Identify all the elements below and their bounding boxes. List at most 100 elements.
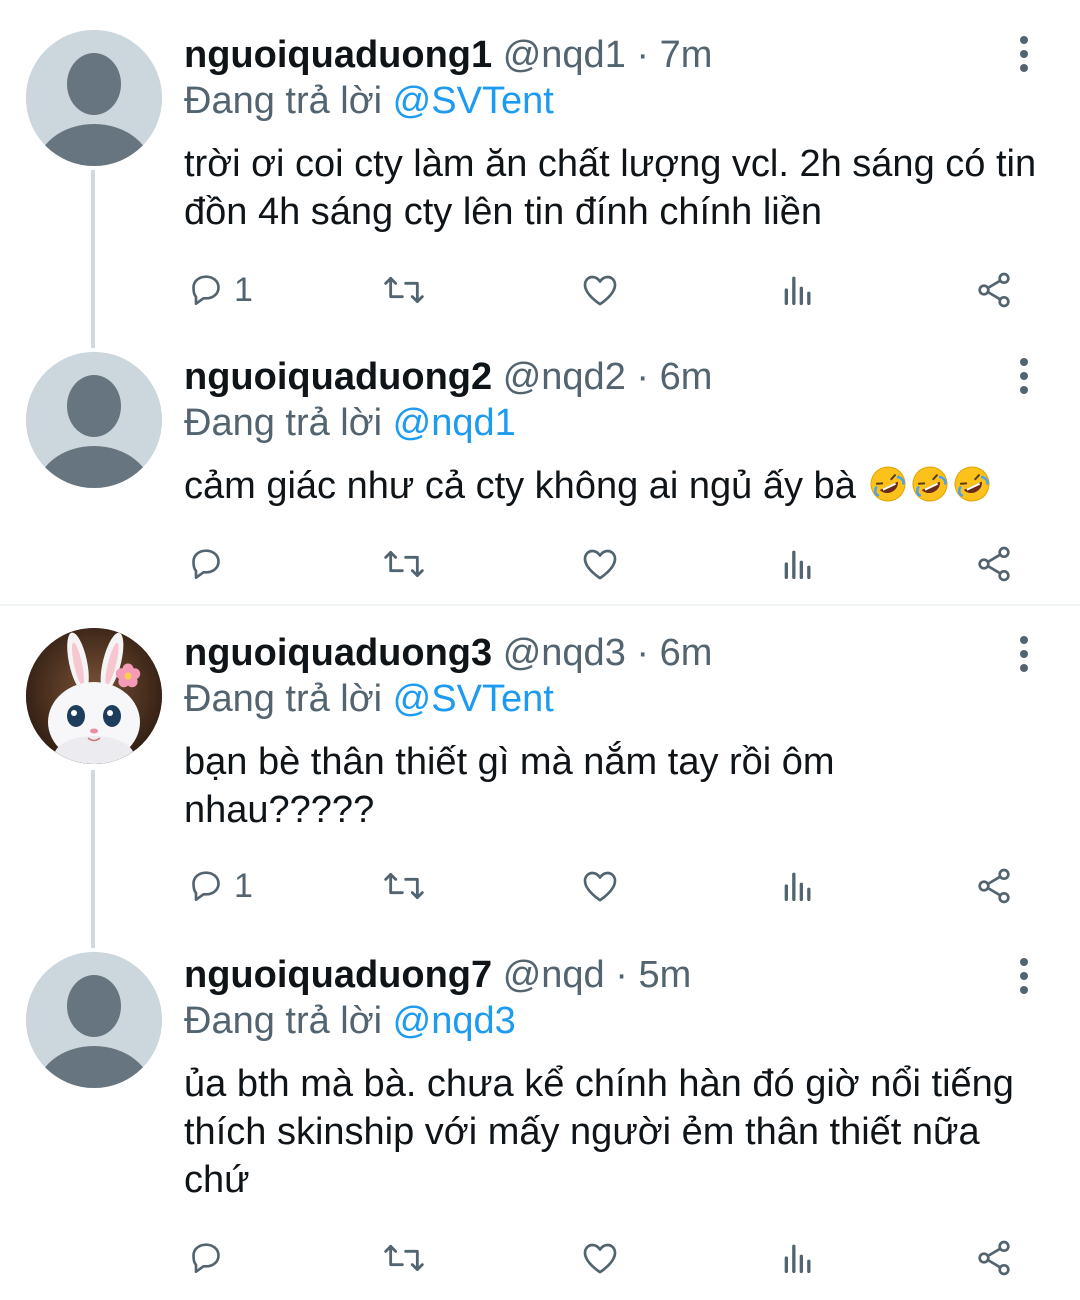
avatar[interactable] <box>26 952 162 1088</box>
action-bar <box>184 1234 1044 1282</box>
tweet[interactable]: nguoiquaduong3 @nqd3 · 6m Đang trả lời @… <box>0 628 1080 928</box>
display-name[interactable]: nguoiquaduong1 <box>184 34 492 76</box>
mention-link[interactable]: @SVTent <box>393 678 554 720</box>
more-vertical-icon <box>1020 958 1028 994</box>
replying-to-label: Đang trả lời <box>184 80 383 122</box>
tweet[interactable]: nguoiquaduong7 @nqd · 5m Đang trả lời @n… <box>0 950 1080 1290</box>
analytics-button[interactable] <box>778 862 818 910</box>
mention-link[interactable]: @SVTent <box>393 80 554 122</box>
user-handle[interactable]: @nqd1 <box>503 34 626 76</box>
default-avatar-icon <box>26 352 162 488</box>
like-icon <box>583 549 617 580</box>
tweet-text-container: cảm giác như cả cty không ai ngủ ấy bà <box>184 462 1054 510</box>
share-icon <box>978 868 1010 904</box>
tweet-header: nguoiquaduong2 @nqd2 · 6m <box>184 354 712 400</box>
timestamp[interactable]: 6m <box>660 632 713 674</box>
more-vertical-icon <box>1020 36 1028 72</box>
share-button[interactable] <box>974 540 1014 588</box>
replying-to-label: Đang trả lời <box>184 402 383 444</box>
timestamp[interactable]: 5m <box>638 954 691 996</box>
avatar[interactable] <box>26 352 162 488</box>
reply-button[interactable] <box>186 540 234 588</box>
default-avatar-icon <box>26 952 162 1088</box>
reply-count: 1 <box>234 866 253 905</box>
tweet-text: cảm giác như cả cty không ai ngủ ấy bà <box>184 465 856 507</box>
retweet-icon <box>384 1244 424 1272</box>
retweet-button[interactable] <box>382 266 426 314</box>
replying-to: Đang trả lời @nqd3 <box>184 998 516 1044</box>
rolling-on-floor-laughing-emoji <box>870 466 906 502</box>
more-options-button[interactable] <box>1010 956 1038 996</box>
reply-icon <box>192 1243 220 1273</box>
like-button[interactable] <box>580 266 620 314</box>
user-handle[interactable]: @nqd3 <box>503 632 626 674</box>
tweet[interactable]: nguoiquaduong1 @nqd1 · 7m Đang trả lời @… <box>0 0 1080 340</box>
replying-to: Đang trả lời @SVTent <box>184 676 554 722</box>
reply-button[interactable]: 1 <box>186 266 253 314</box>
retweet-button[interactable] <box>382 1234 426 1282</box>
separator-dot: · <box>636 632 650 674</box>
user-handle[interactable]: @nqd2 <box>503 356 626 398</box>
share-icon <box>978 546 1010 582</box>
like-button[interactable] <box>580 540 620 588</box>
mention-link[interactable]: @nqd1 <box>393 402 516 444</box>
more-options-button[interactable] <box>1010 356 1038 396</box>
reply-icon <box>192 871 220 901</box>
tweet-text: ủa bth mà bà. chưa kể chính hàn đó giờ n… <box>184 1063 1014 1201</box>
separator-dot: · <box>615 954 628 996</box>
tweet-header: nguoiquaduong1 @nqd1 · 7m <box>184 32 712 78</box>
share-button[interactable] <box>974 862 1014 910</box>
rolling-on-floor-laughing-emoji <box>912 466 948 502</box>
replying-to-label: Đang trả lời <box>184 1000 383 1042</box>
avatar[interactable] <box>26 628 162 764</box>
separator-dot: · <box>636 356 650 398</box>
analytics-button[interactable] <box>778 1234 818 1282</box>
analytics-icon <box>784 550 811 579</box>
more-options-button[interactable] <box>1010 34 1038 74</box>
share-button[interactable] <box>974 1234 1014 1282</box>
mention-link[interactable]: @nqd3 <box>393 1000 516 1042</box>
timestamp[interactable]: 7m <box>660 34 713 76</box>
reply-icon <box>192 549 220 579</box>
retweet-button[interactable] <box>382 540 426 588</box>
avatar[interactable] <box>26 30 162 166</box>
like-button[interactable] <box>580 1234 620 1282</box>
action-bar: 1 <box>184 266 1044 314</box>
analytics-button[interactable] <box>778 266 818 314</box>
like-button[interactable] <box>580 862 620 910</box>
retweet-icon <box>384 276 424 304</box>
rolling-on-floor-laughing-emoji <box>954 466 990 502</box>
user-handle[interactable]: @nqd <box>503 954 605 996</box>
display-name[interactable]: nguoiquaduong2 <box>184 356 492 398</box>
reply-icon <box>192 275 220 305</box>
timestamp[interactable]: 6m <box>660 356 713 398</box>
retweet-icon <box>384 550 424 578</box>
like-icon <box>583 871 617 902</box>
action-bar <box>184 540 1044 588</box>
analytics-icon <box>784 276 811 305</box>
analytics-icon <box>784 872 811 901</box>
separator-dot: · <box>636 34 650 76</box>
tweet[interactable]: nguoiquaduong2 @nqd2 · 6m Đang trả lời @… <box>0 350 1080 604</box>
reply-button[interactable]: 1 <box>186 862 253 910</box>
reply-count: 1 <box>234 270 253 309</box>
reply-button[interactable] <box>186 1234 234 1282</box>
action-bar: 1 <box>184 862 1044 910</box>
analytics-icon <box>784 1244 811 1273</box>
display-name[interactable]: nguoiquaduong3 <box>184 632 492 674</box>
display-name[interactable]: nguoiquaduong7 <box>184 954 492 996</box>
replying-to: Đang trả lời @SVTent <box>184 78 554 124</box>
thread-divider <box>0 604 1080 606</box>
share-button[interactable] <box>974 266 1014 314</box>
emoji-group <box>866 465 992 507</box>
default-avatar-icon <box>26 30 162 166</box>
replying-to-label: Đang trả lời <box>184 678 383 720</box>
retweet-button[interactable] <box>382 862 426 910</box>
like-icon <box>583 275 617 306</box>
replying-to: Đang trả lời @nqd1 <box>184 400 516 446</box>
more-options-button[interactable] <box>1010 634 1038 674</box>
retweet-icon <box>384 872 424 900</box>
analytics-button[interactable] <box>778 540 818 588</box>
like-icon <box>583 1243 617 1274</box>
share-icon <box>978 272 1010 308</box>
